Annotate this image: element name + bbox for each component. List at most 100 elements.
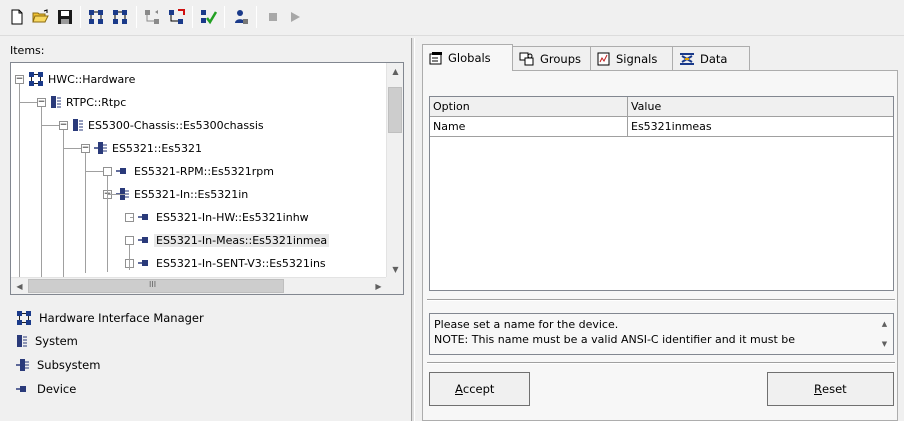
- legend-item: System: [16, 334, 78, 348]
- leaf-box-icon: [125, 235, 134, 245]
- data-icon: [679, 52, 700, 66]
- collapse-toggle-icon[interactable]: −: [81, 143, 90, 153]
- message-line-1: Please set a name for the device.: [434, 318, 619, 331]
- save-button[interactable]: [54, 6, 76, 28]
- tree-node[interactable]: ES5321-In-Meas::Es5321inmea: [125, 231, 330, 249]
- legend-label: System: [35, 334, 78, 348]
- scroll-up-arrow-icon[interactable]: ▲: [387, 63, 403, 80]
- grid-cell-option[interactable]: Name: [430, 117, 628, 137]
- user-connect-icon: [235, 10, 248, 24]
- message-box[interactable]: Please set a name for the device. NOTE: …: [429, 313, 894, 355]
- tree-node[interactable]: − RTPC::Rtpc: [37, 93, 128, 111]
- message-scrollbar[interactable]: ▲ ▼: [876, 314, 893, 354]
- add-system-button[interactable]: [86, 6, 108, 28]
- tab-label: Signals: [616, 51, 658, 66]
- tree-connector: [42, 125, 59, 126]
- device-icon: [16, 384, 35, 394]
- scroll-right-arrow-icon[interactable]: ▶: [370, 278, 387, 294]
- tab-signals[interactable]: Signals: [590, 46, 673, 70]
- tree-move-red-icon: [169, 9, 185, 24]
- tab-globals[interactable]: Globals: [422, 44, 513, 71]
- tree-connector: [86, 171, 103, 172]
- new-file-button[interactable]: [6, 6, 28, 28]
- scroll-corner: [386, 277, 403, 294]
- scroll-down-arrow-icon[interactable]: ▼: [387, 261, 403, 278]
- grid-header-option[interactable]: Option: [430, 97, 628, 117]
- device-icon: [138, 235, 152, 245]
- stop-icon: [269, 13, 277, 21]
- panel-splitter[interactable]: [411, 38, 415, 421]
- folder-open-icon: [32, 9, 49, 23]
- connect-button[interactable]: [230, 6, 252, 28]
- tree-connector: [64, 148, 81, 149]
- grid-cell-value[interactable]: Es5321inmeas: [628, 117, 893, 137]
- reset-button[interactable]: Reset: [767, 372, 894, 406]
- items-label: Items:: [10, 44, 45, 57]
- scroll-left-arrow-icon[interactable]: ◀: [11, 278, 28, 294]
- accept-accelerator: A: [455, 382, 463, 396]
- tree-vertical-scrollbar[interactable]: ▲ ▼: [386, 63, 403, 278]
- tab-label: Data: [700, 51, 728, 66]
- grid-header-value[interactable]: Value: [628, 97, 893, 117]
- horizontal-scroll-thumb[interactable]: III: [28, 279, 284, 293]
- system-icon: [72, 118, 84, 132]
- collapse-toggle-icon[interactable]: −: [37, 97, 46, 107]
- tree-connector: [107, 176, 108, 272]
- move-down-button[interactable]: [166, 6, 188, 28]
- accept-button[interactable]: Accept: [429, 372, 530, 406]
- tree-node-label: HWC::Hardware: [48, 72, 136, 86]
- separator: [427, 299, 895, 301]
- tree-node-label: ES5321-In-SENT-V3::Es5321ins: [156, 256, 326, 270]
- tree-node[interactable]: ES5321-In-SENT-V3::Es5321ins: [125, 254, 328, 272]
- tree-horizontal-scrollbar[interactable]: ◀ III ▶: [11, 277, 387, 294]
- system-icon: [50, 95, 62, 109]
- tree-content: − HWC::Hardware − RTPC::Rtpc − ES5300-Chassis…: [11, 63, 387, 278]
- tree-node[interactable]: − HWC::Hardware: [15, 70, 137, 88]
- tree-node-label: ES5321::Es5321: [112, 141, 203, 155]
- message-scroll-down-icon[interactable]: ▼: [876, 336, 893, 352]
- tree-node-label: RTPC::Rtpc: [66, 95, 127, 109]
- hardware-interface-manager-icon: [16, 310, 37, 326]
- move-up-button[interactable]: [142, 6, 164, 28]
- globals-icon: [429, 51, 448, 65]
- subsystem-icon: [94, 141, 108, 155]
- tree-node-label: ES5321-In-HW::Es5321inhw: [156, 210, 309, 224]
- play-button[interactable]: [284, 6, 306, 28]
- tree-node[interactable]: − ES5300-Chassis::Es5300chassis: [59, 116, 266, 134]
- tree-add-alt-icon: [113, 10, 127, 24]
- message-line-2: NOTE: This name must be a valid ANSI-C i…: [434, 333, 796, 346]
- tree-move-icon: [145, 10, 159, 24]
- hardware-interface-manager-icon: [28, 71, 44, 87]
- reset-accelerator: R: [814, 382, 822, 396]
- tree-node[interactable]: ES5321-RPM::Es5321rpm: [103, 162, 276, 180]
- tree-node[interactable]: − ES5321::Es5321: [81, 139, 204, 157]
- system-icon: [16, 334, 33, 348]
- tab-data[interactable]: Data: [672, 46, 750, 70]
- accept-label: ccept: [462, 382, 495, 396]
- grid-row-name[interactable]: Name Es5321inmeas: [430, 117, 893, 137]
- icon-legend: Hardware Interface Manager System Subsyste…: [16, 310, 316, 410]
- message-scroll-up-icon[interactable]: ▲: [876, 316, 893, 332]
- tab-label: Globals: [448, 51, 491, 65]
- leaf-box-icon: [103, 166, 112, 176]
- tree-node[interactable]: ES5321-In-HW::Es5321inhw: [125, 208, 311, 226]
- legend-item: Device: [16, 382, 76, 396]
- tree-node[interactable]: −ES5321-In::Es5321in: [103, 185, 250, 203]
- check-button[interactable]: [198, 6, 220, 28]
- add-subsystem-button[interactable]: [110, 6, 132, 28]
- vertical-scroll-thumb[interactable]: [388, 87, 402, 133]
- collapse-toggle-icon[interactable]: −: [59, 120, 68, 130]
- device-icon: [138, 258, 152, 268]
- hardware-tree[interactable]: − HWC::Hardware − RTPC::Rtpc − ES5300-Chassis…: [10, 62, 404, 295]
- tab-groups[interactable]: Groups: [512, 46, 591, 70]
- tab-label: Groups: [540, 51, 582, 66]
- stop-button[interactable]: [262, 6, 284, 28]
- tree-connector: [20, 102, 37, 103]
- options-grid[interactable]: Option Value Name Es5321inmeas: [429, 96, 894, 291]
- tree-node-label: ES5321-RPM::Es5321rpm: [134, 164, 274, 178]
- open-file-button[interactable]: [30, 6, 52, 28]
- separator-buttons: [427, 362, 895, 364]
- collapse-toggle-icon[interactable]: −: [15, 74, 24, 84]
- subsystem-icon: [16, 358, 35, 372]
- tree-connector: [129, 245, 130, 270]
